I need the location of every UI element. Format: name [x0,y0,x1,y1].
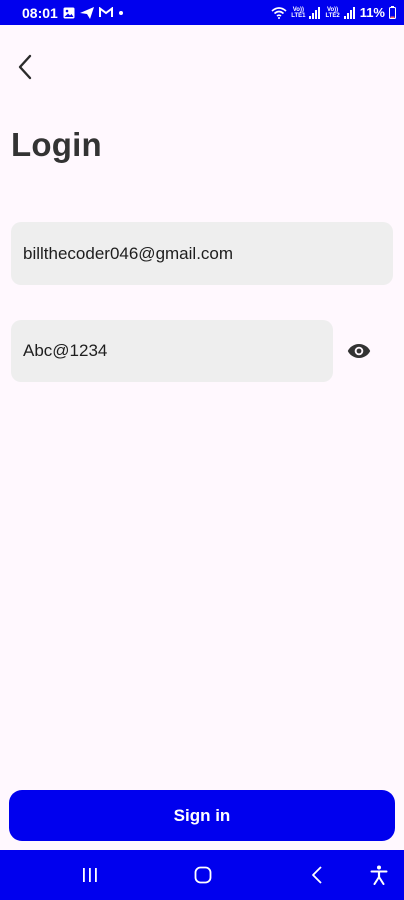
lte2-label: LTE2 [325,12,340,19]
battery-percent: 11% [359,5,385,20]
password-field[interactable] [11,320,333,382]
accessibility-icon [370,865,388,885]
home-icon [194,866,212,884]
recent-apps-button[interactable] [77,862,103,888]
send-icon [79,6,94,19]
password-input[interactable] [23,341,321,361]
email-field[interactable] [11,222,393,285]
status-bar-right: Vo)) LTE1 Vo)) LTE2 11% [271,5,396,20]
system-back-button[interactable] [304,862,330,888]
signal-icon [343,6,356,19]
status-bar: 08:01 Vo)) LTE1 Vo)) LTE2 11% [0,0,404,25]
signin-button[interactable]: Sign in [9,790,395,841]
back-icon [312,866,322,884]
lte1-label: LTE1 [291,12,306,19]
status-bar-left: 08:01 [22,5,124,21]
home-button[interactable] [190,862,216,888]
sim1-label: Vo)) LTE1 [291,7,305,19]
email-input[interactable] [23,243,381,264]
dot-icon [118,10,124,16]
chevron-left-icon [18,54,32,80]
status-time: 08:01 [22,4,58,21]
back-button[interactable] [10,50,40,84]
signal-icon [309,6,321,19]
page-title: Login [11,126,102,163]
eye-icon [347,344,371,358]
gallery-icon [63,7,75,19]
wifi-icon [271,6,287,19]
gmail-icon [98,7,113,18]
toggle-password-visibility-button[interactable] [345,338,373,364]
battery-icon [389,6,396,19]
accessibility-button[interactable] [366,862,392,888]
sim2-label: Vo)) LTE2 [325,7,339,19]
navigation-bar [0,850,404,900]
recent-apps-icon [83,868,97,882]
